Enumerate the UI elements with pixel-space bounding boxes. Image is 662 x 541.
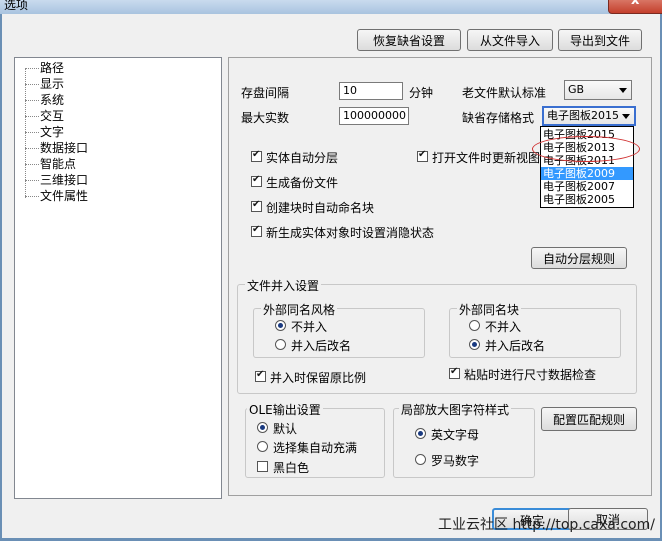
ole-fill-label: 选择集自动充满 <box>273 441 358 455</box>
close-button[interactable]: x <box>608 0 662 14</box>
size-check-checkbox[interactable] <box>449 366 460 379</box>
zoom-roman-label: 罗马数字 <box>431 454 480 468</box>
close-icon: x <box>631 0 640 8</box>
merge-settings-title: 文件并入设置 <box>245 277 322 294</box>
chevron-down-icon <box>622 114 630 119</box>
zoom-english-label: 英文字母 <box>431 428 480 442</box>
category-tree: 路径 显示 系统 交互 文字 数据接口 智能点 三维接口 文件属性 <box>14 57 222 499</box>
chevron-down-icon <box>619 88 627 93</box>
dialog-client: 恢复缺省设置 从文件导入 导出到文件 路径 显示 系统 交互 文字 数据接口 智… <box>2 14 660 538</box>
legacy-standard-label: 老文件默认标准 <box>462 86 547 100</box>
auto-layer-checkbox[interactable] <box>251 149 262 162</box>
ole-default-label: 默认 <box>273 422 298 436</box>
format-option-2007[interactable]: 电子图板2007 <box>541 180 633 193</box>
save-format-label: 缺省存储格式 <box>462 111 535 125</box>
style-no-merge-radio[interactable] <box>275 320 286 331</box>
restore-defaults-button[interactable]: 恢复缺省设置 <box>357 29 461 51</box>
max-entities-label: 最大实数 <box>241 111 290 125</box>
ole-monochrome-checkbox[interactable] <box>257 461 268 472</box>
format-option-2009[interactable]: 电子图板2009 <box>541 167 633 180</box>
style-name-title: 外部同名风格 <box>261 301 338 318</box>
block-rename-label: 并入后改名 <box>485 339 546 353</box>
auto-name-block-label: 创建块时自动命名块 <box>266 201 375 215</box>
export-to-file-button[interactable]: 导出到文件 <box>558 29 642 51</box>
hide-state-label: 新生成实体对象时设置消隐状态 <box>266 226 435 240</box>
save-format-select[interactable]: 电子图板2015 <box>542 106 636 126</box>
zoom-english-radio[interactable] <box>415 428 426 439</box>
highlight-annotation <box>532 136 640 162</box>
window-frame: 选项 x 恢复缺省设置 从文件导入 导出到文件 路径 显示 系统 交互 文字 数… <box>0 0 662 541</box>
backup-checkbox[interactable] <box>251 174 262 187</box>
autosave-label: 存盘间隔 <box>241 86 290 100</box>
tree-item-system[interactable]: 系统 <box>25 93 64 107</box>
legacy-standard-select[interactable]: GB <box>564 80 632 100</box>
tree-item-interaction[interactable]: 交互 <box>25 109 64 123</box>
title-bar: 选项 x <box>0 0 662 14</box>
style-rename-radio[interactable] <box>275 339 286 350</box>
update-view-checkbox[interactable] <box>417 149 428 162</box>
tree-item-text[interactable]: 文字 <box>25 125 64 139</box>
save-format-value: 电子图板2015 <box>547 109 619 122</box>
autosave-unit: 分钟 <box>409 86 434 100</box>
update-view-label: 打开文件时更新视图 <box>432 151 541 165</box>
style-rename-label: 并入后改名 <box>291 339 352 353</box>
ole-monochrome-label: 黑白色 <box>273 461 310 475</box>
ole-output-title: OLE输出设置 <box>247 401 323 418</box>
ole-fill-radio[interactable] <box>257 441 268 452</box>
keep-scale-label: 并入时保留原比例 <box>270 371 367 385</box>
auto-layer-label: 实体自动分层 <box>266 151 339 165</box>
block-no-merge-label: 不并入 <box>485 320 522 334</box>
window-title: 选项 <box>4 0 29 12</box>
match-rules-button[interactable]: 配置匹配规则 <box>541 407 637 431</box>
import-from-file-button[interactable]: 从文件导入 <box>467 29 553 51</box>
block-no-merge-radio[interactable] <box>469 320 480 331</box>
tree-item-smart-point[interactable]: 智能点 <box>25 157 76 171</box>
tree-item-path[interactable]: 路径 <box>25 61 64 75</box>
auto-layer-rules-button[interactable]: 自动分层规则 <box>531 247 627 269</box>
auto-name-block-checkbox[interactable] <box>251 199 262 212</box>
settings-panel: 存盘间隔 10 分钟 老文件默认标准 GB 最大实数 100000000 缺省存… <box>228 57 652 496</box>
backup-label: 生成备份文件 <box>266 176 339 190</box>
keep-scale-checkbox[interactable] <box>255 369 266 382</box>
tree-item-display[interactable]: 显示 <box>25 77 64 91</box>
style-no-merge-label: 不并入 <box>291 320 328 334</box>
format-option-2005[interactable]: 电子图板2005 <box>541 193 633 206</box>
zoom-style-title: 局部放大图字符样式 <box>399 401 512 418</box>
tree-item-3d-interface[interactable]: 三维接口 <box>25 173 88 187</box>
autosave-input[interactable]: 10 <box>339 82 403 100</box>
max-entities-input[interactable]: 100000000 <box>339 107 409 125</box>
tree-item-file-properties[interactable]: 文件属性 <box>25 189 88 203</box>
tree-item-data-interface[interactable]: 数据接口 <box>25 141 88 155</box>
block-name-title: 外部同名块 <box>457 301 522 318</box>
watermark-text: 工业云社区 http://top.caxa.com/ <box>438 517 655 533</box>
block-rename-radio[interactable] <box>469 339 480 350</box>
ole-default-radio[interactable] <box>257 422 268 433</box>
legacy-standard-value: GB <box>568 83 585 96</box>
hide-state-checkbox[interactable] <box>251 224 262 237</box>
size-check-label: 粘贴时进行尺寸数据检查 <box>464 368 597 382</box>
zoom-roman-radio[interactable] <box>415 454 426 465</box>
